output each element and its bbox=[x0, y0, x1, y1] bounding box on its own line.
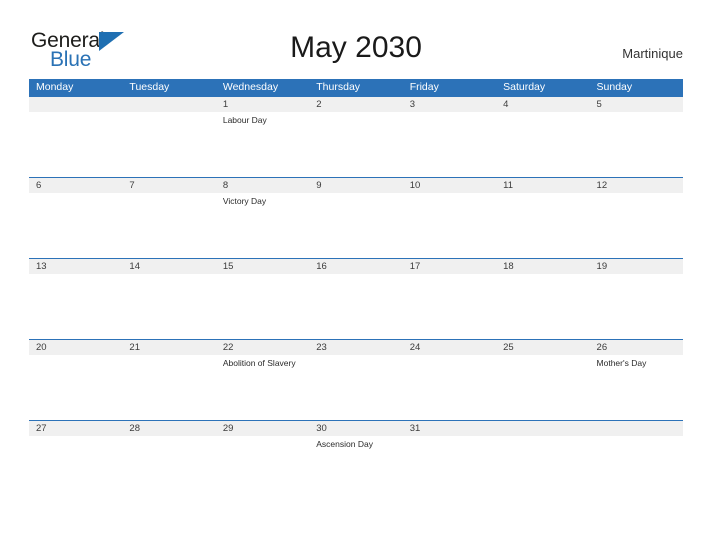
weekday-header-row: Monday Tuesday Wednesday Thursday Friday… bbox=[29, 79, 683, 96]
day-cell[interactable]: 11 bbox=[496, 178, 589, 258]
weekday-header-monday: Monday bbox=[36, 81, 74, 93]
day-number: 11 bbox=[503, 180, 513, 191]
day-cell[interactable]: 24 bbox=[403, 340, 496, 420]
day-cell[interactable]: 18 bbox=[496, 259, 589, 339]
day-cell[interactable]: 15 bbox=[216, 259, 309, 339]
day-number: 8 bbox=[222, 180, 229, 191]
day-number: 31 bbox=[409, 423, 421, 434]
day-event: Mother's Day bbox=[596, 358, 647, 368]
day-cell[interactable]: 3 bbox=[403, 97, 496, 177]
day-number: 2 bbox=[316, 99, 322, 110]
day-cell[interactable]: 31 bbox=[403, 421, 496, 501]
day-cell[interactable]: 6 bbox=[29, 178, 122, 258]
day-cell[interactable]: 20 bbox=[29, 340, 122, 420]
day-cell[interactable]: 25 bbox=[496, 340, 589, 420]
weekday-header-thursday: Thursday bbox=[316, 81, 361, 93]
day-cell[interactable]: 1 Labour Day bbox=[216, 97, 309, 177]
day-number: 27 bbox=[36, 423, 47, 434]
calendar-week-row: 1 Labour Day 2 3 4 5 bbox=[29, 96, 683, 177]
day-cell[interactable]: 29 bbox=[216, 421, 309, 501]
day-number: 19 bbox=[596, 261, 608, 272]
day-cell[interactable]: 14 bbox=[122, 259, 215, 339]
day-cell[interactable]: 17 bbox=[403, 259, 496, 339]
day-number: 13 bbox=[36, 261, 47, 272]
day-number: 3 bbox=[409, 99, 415, 110]
weekday-header-tuesday: Tuesday bbox=[129, 81, 170, 93]
weekday-header-sunday: Sunday bbox=[596, 81, 633, 93]
day-number: 14 bbox=[129, 261, 140, 272]
day-cell[interactable]: 2 bbox=[309, 97, 402, 177]
calendar-week-row: 20 21 22 Abolition of Slavery 23 24 25 2… bbox=[29, 339, 683, 420]
day-number: 26 bbox=[596, 342, 608, 353]
weekday-header-friday: Friday bbox=[409, 81, 439, 93]
day-number: 23 bbox=[316, 342, 327, 353]
day-cell[interactable] bbox=[590, 421, 683, 501]
day-number: 18 bbox=[503, 261, 514, 272]
day-number: 30 bbox=[316, 423, 327, 434]
calendar-week-row: 6 7 8 Victory Day 9 10 11 12 bbox=[29, 177, 683, 258]
day-cell[interactable] bbox=[496, 421, 589, 501]
page-header: General Blue May 2030 Martinique bbox=[0, 0, 712, 78]
day-cell[interactable]: 28 bbox=[122, 421, 215, 501]
page-title: May 2030 bbox=[290, 31, 422, 64]
day-cell[interactable]: 8 Victory Day bbox=[216, 178, 309, 258]
day-number: 24 bbox=[409, 342, 421, 353]
weekday-header-saturday: Saturday bbox=[503, 81, 546, 93]
day-cell[interactable]: 23 bbox=[309, 340, 402, 420]
region-label: Martinique bbox=[622, 46, 683, 61]
day-cell[interactable] bbox=[29, 97, 122, 177]
day-cell[interactable]: 5 bbox=[590, 97, 683, 177]
day-number: 1 bbox=[222, 99, 229, 110]
day-number: 21 bbox=[129, 342, 140, 353]
day-number: 5 bbox=[596, 99, 602, 110]
day-event: Abolition of Slavery bbox=[222, 358, 296, 368]
day-cell[interactable]: 10 bbox=[403, 178, 496, 258]
day-cell[interactable]: 9 bbox=[309, 178, 402, 258]
day-cell[interactable]: 4 bbox=[496, 97, 589, 177]
day-number: 16 bbox=[316, 261, 327, 272]
day-number: 15 bbox=[222, 261, 234, 272]
day-number: 12 bbox=[596, 180, 608, 191]
day-number: 4 bbox=[503, 99, 509, 110]
day-cell[interactable]: 12 bbox=[590, 178, 683, 258]
day-number: 25 bbox=[503, 342, 514, 353]
day-number: 7 bbox=[129, 180, 135, 191]
weekday-header-wednesday: Wednesday bbox=[222, 81, 279, 93]
calendar-grid: Monday Tuesday Wednesday Thursday Friday… bbox=[29, 79, 683, 501]
day-number: 20 bbox=[36, 342, 47, 353]
day-event: Victory Day bbox=[222, 196, 267, 206]
day-cell[interactable]: 21 bbox=[122, 340, 215, 420]
day-number: 28 bbox=[129, 423, 140, 434]
day-number: 9 bbox=[316, 180, 322, 191]
day-cell[interactable]: 22 Abolition of Slavery bbox=[216, 340, 309, 420]
day-cell[interactable] bbox=[122, 97, 215, 177]
day-number: 29 bbox=[222, 423, 234, 434]
day-number: 6 bbox=[36, 180, 42, 191]
day-cell[interactable]: 27 bbox=[29, 421, 122, 501]
day-cell[interactable]: 7 bbox=[122, 178, 215, 258]
day-cell[interactable]: 26 Mother's Day bbox=[590, 340, 683, 420]
day-event: Labour Day bbox=[222, 115, 267, 125]
day-number: 10 bbox=[409, 180, 421, 191]
day-number: 22 bbox=[222, 342, 234, 353]
calendar-page: General Blue May 2030 Martinique Monday … bbox=[0, 0, 712, 550]
day-cell[interactable]: 30 Ascension Day bbox=[309, 421, 402, 501]
calendar-week-row: 13 14 15 16 17 18 19 bbox=[29, 258, 683, 339]
day-cell[interactable]: 19 bbox=[590, 259, 683, 339]
day-cell[interactable]: 16 bbox=[309, 259, 402, 339]
day-cell[interactable]: 13 bbox=[29, 259, 122, 339]
day-event: Ascension Day bbox=[316, 439, 373, 449]
day-number: 17 bbox=[409, 261, 421, 272]
calendar-week-row: 27 28 29 30 Ascension Day 31 bbox=[29, 420, 683, 501]
